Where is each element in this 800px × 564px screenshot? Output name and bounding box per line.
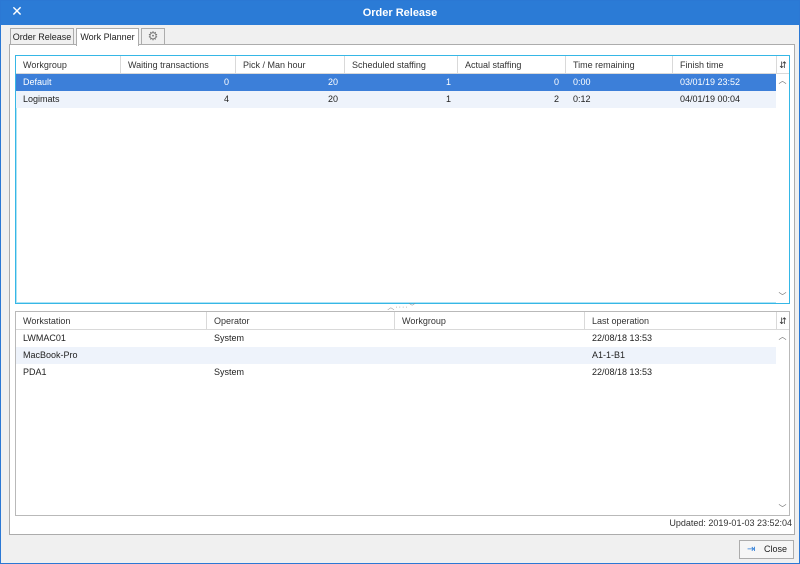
cell-operator: System bbox=[214, 367, 245, 377]
cell-workstation: PDA1 bbox=[23, 367, 47, 377]
table-row[interactable]: Logimats 4 20 1 2 0:12 04/01/19 00:04 bbox=[16, 91, 776, 108]
cell-operator: System bbox=[214, 333, 245, 343]
column-chooser-icon[interactable]: ⇵ bbox=[776, 312, 789, 330]
cell-pick-per-man-hour: 20 bbox=[327, 94, 338, 104]
workgroup-grid-header: Workgroup Waiting transactions Pick / Ma… bbox=[16, 56, 789, 74]
chevron-up-icon[interactable]: ︿ bbox=[776, 74, 789, 87]
cell-workstation: MacBook-Pro bbox=[23, 350, 78, 360]
cell-scheduled-staffing: 1 bbox=[445, 94, 451, 104]
cell-last-operation: 22/08/18 13:53 bbox=[592, 333, 653, 343]
workgroup-scrollbar[interactable]: ︿ ﹀ bbox=[776, 74, 789, 303]
cell-time-remaining: 0:12 bbox=[573, 94, 591, 104]
gear-icon: ⚙ bbox=[147, 29, 159, 43]
cell-last-operation: 22/08/18 13:53 bbox=[592, 367, 653, 377]
tab-settings[interactable]: ⚙ bbox=[141, 28, 165, 45]
chevron-down-icon[interactable]: ﹀ bbox=[776, 290, 789, 303]
cell-operator bbox=[207, 347, 395, 364]
cell-finish-time: 04/01/19 00:04 bbox=[680, 94, 741, 104]
column-header-pick-per-man-hour[interactable]: Pick / Man hour bbox=[236, 56, 345, 74]
column-header-workstation[interactable]: Workstation bbox=[16, 312, 207, 330]
cell-actual-staffing: 2 bbox=[553, 94, 559, 104]
cell-finish-time: 03/01/19 23:52 bbox=[680, 77, 741, 87]
tab-order-release[interactable]: Order Release bbox=[10, 28, 74, 45]
table-row[interactable]: MacBook-Pro A1-1-B1 bbox=[16, 347, 776, 364]
tab-work-planner[interactable]: Work Planner bbox=[76, 28, 139, 46]
column-header-finish-time[interactable]: Finish time bbox=[673, 56, 777, 74]
column-header-workgroup[interactable]: Workgroup bbox=[395, 312, 585, 330]
cell-last-operation: A1-1-B1 bbox=[592, 350, 626, 360]
work-planner-panel: Workgroup Waiting transactions Pick / Ma… bbox=[9, 44, 795, 535]
column-header-workgroup[interactable]: Workgroup bbox=[16, 56, 121, 74]
workstation-scrollbar[interactable]: ︿ ﹀ bbox=[776, 330, 789, 515]
cell-pick-per-man-hour: 20 bbox=[327, 77, 338, 87]
column-header-actual-staffing[interactable]: Actual staffing bbox=[458, 56, 566, 74]
table-row[interactable]: PDA1 System 22/08/18 13:53 bbox=[16, 364, 776, 381]
exit-icon: ⇥ bbox=[747, 544, 756, 555]
workstation-grid-header: Workstation Operator Workgroup Last oper… bbox=[16, 312, 789, 330]
updated-timestamp: Updated: 2019-01-03 23:52:04 bbox=[669, 518, 792, 528]
cell-time-remaining: 0:00 bbox=[573, 77, 591, 87]
table-row[interactable]: LWMAC01 System 22/08/18 13:53 bbox=[16, 330, 776, 347]
cell-workstation: LWMAC01 bbox=[23, 333, 66, 343]
column-header-waiting-transactions[interactable]: Waiting transactions bbox=[121, 56, 236, 74]
workgroup-grid[interactable]: Workgroup Waiting transactions Pick / Ma… bbox=[15, 55, 790, 304]
close-button-label: Close bbox=[764, 544, 788, 554]
cell-workgroup: Default bbox=[23, 77, 52, 87]
column-header-scheduled-staffing[interactable]: Scheduled staffing bbox=[345, 56, 458, 74]
cell-workgroup bbox=[395, 364, 585, 381]
column-header-operator[interactable]: Operator bbox=[207, 312, 395, 330]
cell-waiting-transactions: 0 bbox=[223, 77, 229, 87]
column-chooser-icon[interactable]: ⇵ bbox=[776, 56, 789, 74]
window-title: Order Release bbox=[362, 7, 438, 19]
column-header-time-remaining[interactable]: Time remaining bbox=[566, 56, 673, 74]
cell-workgroup bbox=[395, 347, 585, 364]
column-header-last-operation[interactable]: Last operation bbox=[585, 312, 777, 330]
cell-waiting-transactions: 4 bbox=[223, 94, 229, 104]
close-button[interactable]: ⇥ Close bbox=[739, 540, 794, 559]
cell-scheduled-staffing: 1 bbox=[445, 77, 451, 87]
order-release-window: ✕ Order Release Order Release Work Plann… bbox=[0, 0, 800, 564]
chevron-down-icon[interactable]: ﹀ bbox=[776, 502, 789, 515]
cell-workgroup: Logimats bbox=[23, 94, 60, 104]
cell-workgroup bbox=[395, 330, 585, 347]
chevron-up-icon[interactable]: ︿ bbox=[776, 330, 789, 343]
cell-actual-staffing: 0 bbox=[553, 77, 559, 87]
workstation-grid[interactable]: Workstation Operator Workgroup Last oper… bbox=[15, 311, 790, 516]
title-bar: ✕ Order Release bbox=[1, 1, 799, 25]
table-row[interactable]: Default 0 20 1 0 0:00 03/01/19 23:52 bbox=[16, 74, 776, 91]
